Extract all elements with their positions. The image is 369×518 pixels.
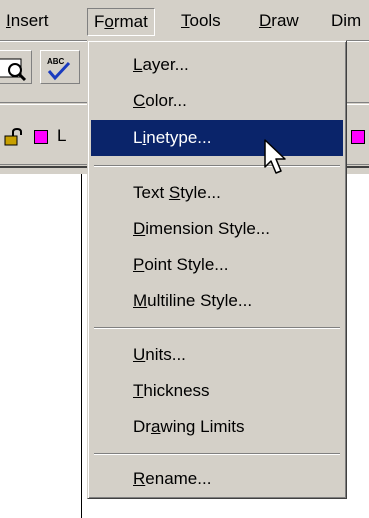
menu-item-drawing-limits-post: wing Limits: [160, 417, 245, 436]
menu-draw-post: raw: [271, 11, 299, 30]
menu-format-key: o: [104, 12, 114, 31]
menu-item-dimension-style-key: D: [133, 219, 146, 238]
menu-item-color[interactable]: Color...: [91, 83, 343, 119]
menu-item-color-key: C: [133, 91, 146, 110]
menu-bar: Insert Format Tools Draw Dim: [0, 0, 369, 41]
menu-item-text-style-post: tyle...: [180, 183, 221, 202]
spell-check-button[interactable]: ABC: [40, 50, 80, 84]
color-swatch-right: [351, 130, 365, 144]
menu-item-point-style-key: P: [133, 255, 145, 274]
menu-item-dimension-style-post: imension Style...: [145, 219, 271, 238]
menu-item-linetype[interactable]: Linetype...: [91, 120, 343, 156]
layer-color-swatch: [34, 130, 48, 144]
menu-item-dimension-style[interactable]: Dimension Style...: [91, 211, 343, 247]
menu-item-drawing-limits-pre: Dr: [133, 417, 151, 436]
menu-insert-post: nsert: [10, 11, 49, 30]
menu-tools-post: ools: [189, 11, 221, 30]
menu-item-drawing-limits-key: a: [150, 417, 161, 436]
menu-item-units-key: U: [133, 345, 146, 364]
menu-item-linetype-post: netype...: [146, 128, 212, 147]
menu-format-post: rmat: [113, 12, 148, 31]
menu-item-text-style-pre: Text: [133, 183, 169, 202]
menu-item-multiline-style-post: ultiline Style...: [147, 291, 253, 310]
menu-item-rename-key: R: [133, 469, 146, 488]
menu-format-pre: F: [94, 12, 105, 31]
menu-item-thickness-key: T: [133, 381, 144, 400]
menu-item-multiline-style[interactable]: Multiline Style...: [91, 283, 343, 319]
menu-item-multiline-style-key: M: [133, 291, 148, 310]
menu-item-layer-post: ayer...: [142, 55, 189, 74]
menu-insert[interactable]: Insert: [6, 8, 49, 36]
layer-name[interactable]: L: [57, 126, 66, 146]
menu-separator: [94, 327, 340, 329]
menu-separator: [94, 453, 340, 455]
format-menu: Layer... Color... Linetype... Text Style…: [87, 40, 347, 499]
menu-item-drawing-limits[interactable]: Drawing Limits: [91, 409, 343, 445]
menu-item-thickness-post: hickness: [143, 381, 210, 400]
menu-item-point-style[interactable]: Point Style...: [91, 247, 343, 283]
magnifier-icon: [0, 58, 27, 82]
menu-item-layer[interactable]: Layer...: [91, 47, 343, 83]
menu-separator: [94, 165, 340, 167]
menu-item-point-style-post: oint Style...: [144, 255, 229, 274]
print-preview-button[interactable]: [0, 50, 32, 84]
menu-item-rename-post: ename...: [145, 469, 212, 488]
menu-item-text-style[interactable]: Text Style...: [91, 175, 343, 211]
menu-tools-key: T: [181, 11, 190, 30]
menu-draw-key: D: [259, 11, 272, 30]
spell-check-icon: ABC: [47, 57, 71, 81]
menu-format[interactable]: Format: [87, 8, 155, 36]
spell-check-icon-text: ABC: [47, 57, 65, 66]
menu-dimension[interactable]: Dim: [331, 8, 361, 36]
menu-item-units[interactable]: Units...: [91, 337, 343, 373]
menu-item-color-post: olor...: [145, 91, 187, 110]
menu-item-thickness[interactable]: Thickness: [91, 373, 343, 409]
menu-item-rename[interactable]: Rename...: [91, 461, 343, 497]
mouse-pointer-icon: [264, 139, 286, 174]
menu-dimension-label: Dim: [331, 11, 362, 30]
menu-item-units-post: nits...: [145, 345, 186, 364]
menu-tools[interactable]: Tools: [181, 8, 221, 36]
menu-item-text-style-key: S: [168, 183, 181, 202]
drawing-line: [81, 174, 82, 518]
menu-draw[interactable]: Draw: [259, 8, 299, 36]
unlocked-padlock-icon[interactable]: [4, 128, 24, 146]
